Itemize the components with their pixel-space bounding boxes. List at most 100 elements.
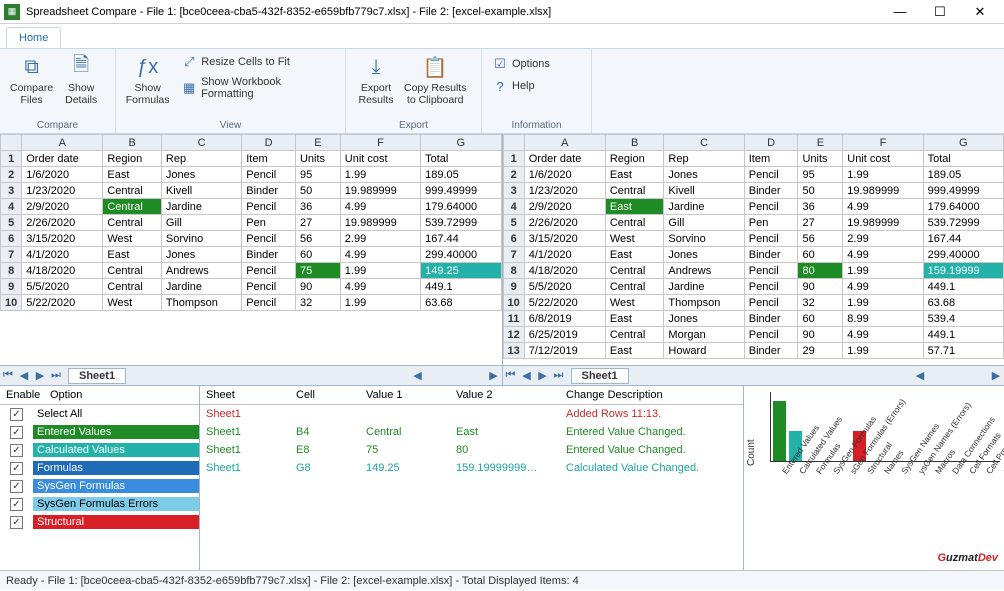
cell[interactable]: 167.44: [923, 231, 1003, 247]
cell[interactable]: Item: [242, 151, 296, 167]
cell[interactable]: West: [605, 231, 664, 247]
cell[interactable]: 60: [295, 247, 340, 263]
col-header[interactable]: A: [22, 135, 103, 151]
scroll-left-icon[interactable]: ◀: [410, 369, 426, 382]
nav-last-icon[interactable]: ⏭: [551, 369, 567, 382]
cell[interactable]: Sorvino: [664, 231, 744, 247]
cell[interactable]: 3: [503, 183, 524, 199]
cell[interactable]: 2.99: [843, 231, 923, 247]
col-header[interactable]: G: [421, 135, 501, 151]
cell[interactable]: 159.19999: [923, 263, 1003, 279]
show-formulas-button[interactable]: ƒx Show Formulas: [122, 51, 173, 108]
table-row[interactable]: 42/9/2020EastJardinePencil364.99179.6400…: [503, 199, 1004, 215]
cell[interactable]: 1.99: [340, 167, 420, 183]
cell[interactable]: 7: [503, 247, 524, 263]
cell[interactable]: Total: [421, 151, 501, 167]
col-header[interactable]: E: [295, 135, 340, 151]
checkbox[interactable]: ✓: [10, 444, 23, 457]
cell[interactable]: Binder: [744, 247, 798, 263]
cell[interactable]: Kivell: [161, 183, 241, 199]
cell[interactable]: 4.99: [843, 199, 923, 215]
cell[interactable]: Pencil: [744, 167, 798, 183]
cell[interactable]: Central: [605, 279, 664, 295]
right-grid[interactable]: ABCDEFG1Order dateRegionRepItemUnitsUnit…: [503, 134, 1004, 359]
cell[interactable]: 7: [1, 247, 22, 263]
col-header[interactable]: C: [664, 135, 744, 151]
cell[interactable]: 60: [798, 247, 843, 263]
cell[interactable]: Binder: [242, 247, 296, 263]
cell[interactable]: 80: [798, 263, 843, 279]
cell[interactable]: 4/1/2020: [524, 247, 605, 263]
nav-prev-icon[interactable]: ◀: [16, 369, 32, 382]
cell[interactable]: Sorvino: [161, 231, 241, 247]
cell[interactable]: Binder: [744, 311, 798, 327]
cell[interactable]: Central: [103, 279, 162, 295]
cell[interactable]: 1/23/2020: [22, 183, 103, 199]
minimize-button[interactable]: —: [880, 1, 920, 23]
cell[interactable]: Jardine: [664, 279, 744, 295]
table-row[interactable]: 95/5/2020CentralJardinePencil904.99449.1: [503, 279, 1004, 295]
cell[interactable]: East: [605, 167, 664, 183]
cell[interactable]: 1.99: [843, 167, 923, 183]
cell[interactable]: 95: [798, 167, 843, 183]
cell[interactable]: 4/18/2020: [22, 263, 103, 279]
cell[interactable]: 299.40000: [923, 247, 1003, 263]
cell[interactable]: Region: [605, 151, 664, 167]
cell[interactable]: 5/22/2020: [524, 295, 605, 311]
cell[interactable]: 5: [503, 215, 524, 231]
table-row[interactable]: 63/15/2020WestSorvinoPencil562.99167.44: [503, 231, 1004, 247]
cell[interactable]: 1/6/2020: [22, 167, 103, 183]
cell[interactable]: 2.99: [340, 231, 420, 247]
cell[interactable]: 4.99: [340, 247, 420, 263]
table-row[interactable]: 21/6/2020EastJonesPencil951.99189.05: [503, 167, 1004, 183]
cell[interactable]: Pencil: [744, 295, 798, 311]
cell[interactable]: Jones: [664, 247, 744, 263]
cell[interactable]: 2/9/2020: [524, 199, 605, 215]
cell[interactable]: 57.71: [923, 343, 1003, 359]
cell[interactable]: Jardine: [161, 199, 241, 215]
cell[interactable]: 75: [295, 263, 340, 279]
cell[interactable]: West: [103, 231, 162, 247]
cell[interactable]: 1/23/2020: [524, 183, 605, 199]
cell[interactable]: 5/5/2020: [524, 279, 605, 295]
cell[interactable]: 5: [1, 215, 22, 231]
cell[interactable]: 189.05: [923, 167, 1003, 183]
cell[interactable]: 6: [503, 231, 524, 247]
cell[interactable]: 1/6/2020: [524, 167, 605, 183]
table-row[interactable]: 63/15/2020WestSorvinoPencil562.99167.44: [1, 231, 502, 247]
cell[interactable]: 4.99: [843, 279, 923, 295]
cell[interactable]: 4.99: [843, 247, 923, 263]
cell[interactable]: Pencil: [744, 279, 798, 295]
cell[interactable]: 6/8/2019: [524, 311, 605, 327]
nav-next-icon[interactable]: ▶: [32, 369, 48, 382]
cell[interactable]: 5/22/2020: [22, 295, 103, 311]
table-row[interactable]: 137/12/2019EastHowardBinder291.9957.71: [503, 343, 1004, 359]
cell[interactable]: Jardine: [664, 199, 744, 215]
cell[interactable]: Unit cost: [843, 151, 923, 167]
cell[interactable]: Pencil: [744, 263, 798, 279]
cell[interactable]: 149.25: [421, 263, 501, 279]
cell[interactable]: Rep: [664, 151, 744, 167]
cell[interactable]: Central: [605, 183, 664, 199]
left-sheet-tab[interactable]: Sheet1: [68, 368, 126, 384]
help-button[interactable]: ?Help: [488, 76, 554, 96]
cell[interactable]: East: [605, 247, 664, 263]
change-row[interactable]: Sheet1G8149.25159.19999999…Calculated Va…: [200, 459, 743, 477]
cell[interactable]: 2/26/2020: [524, 215, 605, 231]
cell[interactable]: 8: [503, 263, 524, 279]
left-grid[interactable]: ABCDEFG1Order dateRegionRepItemUnitsUnit…: [0, 134, 502, 311]
cell[interactable]: 4/1/2020: [22, 247, 103, 263]
cell[interactable]: Thompson: [664, 295, 744, 311]
change-row[interactable]: Sheet1E87580Entered Value Changed.: [200, 441, 743, 459]
cell[interactable]: Pencil: [744, 231, 798, 247]
cell[interactable]: Central: [103, 263, 162, 279]
cell[interactable]: 12: [503, 327, 524, 343]
cell[interactable]: 179.64000: [421, 199, 501, 215]
cell[interactable]: Units: [295, 151, 340, 167]
cell[interactable]: Pencil: [242, 295, 296, 311]
cell[interactable]: Pencil: [242, 167, 296, 183]
cell[interactable]: 63.68: [923, 295, 1003, 311]
table-row[interactable]: 105/22/2020WestThompsonPencil321.9963.68: [1, 295, 502, 311]
maximize-button[interactable]: ☐: [920, 1, 960, 23]
cell[interactable]: East: [605, 199, 664, 215]
